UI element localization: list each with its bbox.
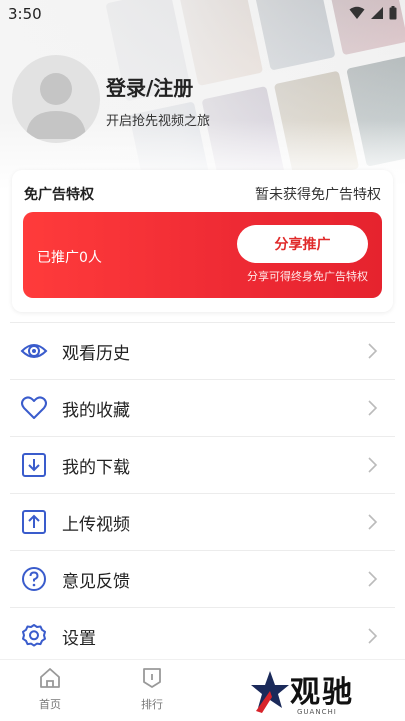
menu-item-history[interactable]: 观看历史 <box>10 323 395 380</box>
menu-item-label: 我的收藏 <box>62 400 130 421</box>
heart-icon <box>20 394 48 422</box>
download-icon <box>20 451 48 479</box>
login-subtitle: 开启抢先视频之旅 <box>106 114 211 129</box>
chevron-right-icon <box>368 628 378 644</box>
ad-free-status: 暂未获得免广告特权 <box>255 187 381 203</box>
watermark-text: 观驰 <box>290 675 354 710</box>
ranking-icon <box>143 668 161 688</box>
feedback-icon <box>20 565 48 593</box>
menu-item-favorites[interactable]: 我的收藏 <box>10 380 395 437</box>
chevron-right-icon <box>368 514 378 530</box>
battery-icon <box>389 6 397 20</box>
gear-icon <box>20 622 48 650</box>
menu-item-label: 上传视频 <box>62 514 130 535</box>
chevron-right-icon <box>368 571 378 587</box>
promotion-panel: 已推广0人 分享推广 分享可得终身免广告特权 <box>23 212 382 298</box>
menu-item-feedback[interactable]: 意见反馈 <box>10 551 395 608</box>
signal-icon <box>371 7 383 19</box>
tab-home[interactable]: 首页 <box>20 666 80 712</box>
user-avatar-icon <box>26 73 86 139</box>
chevron-right-icon <box>368 400 378 416</box>
promoted-count: 已推广0人 <box>37 250 102 266</box>
menu-item-label: 意见反馈 <box>62 571 130 592</box>
menu-list: 观看历史 我的收藏 我的下载 上传视频 意见反馈 设置 <box>10 323 395 664</box>
ad-free-title: 免广告特权 <box>24 187 94 203</box>
share-promote-button[interactable]: 分享推广 <box>237 225 368 263</box>
menu-item-settings[interactable]: 设置 <box>10 608 395 664</box>
menu-item-upload[interactable]: 上传视频 <box>10 494 395 551</box>
avatar[interactable] <box>12 55 100 143</box>
tab-ranking[interactable]: 排行 <box>122 666 182 712</box>
ad-free-card: 免广告特权 暂未获得免广告特权 已推广0人 分享推广 分享可得终身免广告特权 <box>12 170 393 312</box>
menu-item-label: 观看历史 <box>62 343 130 364</box>
watermark-subtext: GUANCHI <box>297 708 337 716</box>
chevron-right-icon <box>368 457 378 473</box>
login-register-link[interactable]: 登录/注册 <box>106 72 193 101</box>
tab-label: 首页 <box>39 698 61 711</box>
menu-item-label: 我的下载 <box>62 457 130 478</box>
status-bar: 3:50 <box>0 0 405 28</box>
status-time: 3:50 <box>8 5 42 23</box>
upload-icon <box>20 508 48 536</box>
menu-item-downloads[interactable]: 我的下载 <box>10 437 395 494</box>
chevron-right-icon <box>368 343 378 359</box>
eye-icon <box>20 337 48 365</box>
tab-label: 排行 <box>141 698 163 711</box>
share-hint: 分享可得终身免广告特权 <box>247 270 368 283</box>
menu-item-label: 设置 <box>62 628 96 649</box>
star-logo-icon <box>251 671 289 713</box>
watermark-logo: 观驰 GUANCHI <box>250 663 400 718</box>
wifi-icon <box>349 6 365 19</box>
home-icon <box>40 668 60 688</box>
